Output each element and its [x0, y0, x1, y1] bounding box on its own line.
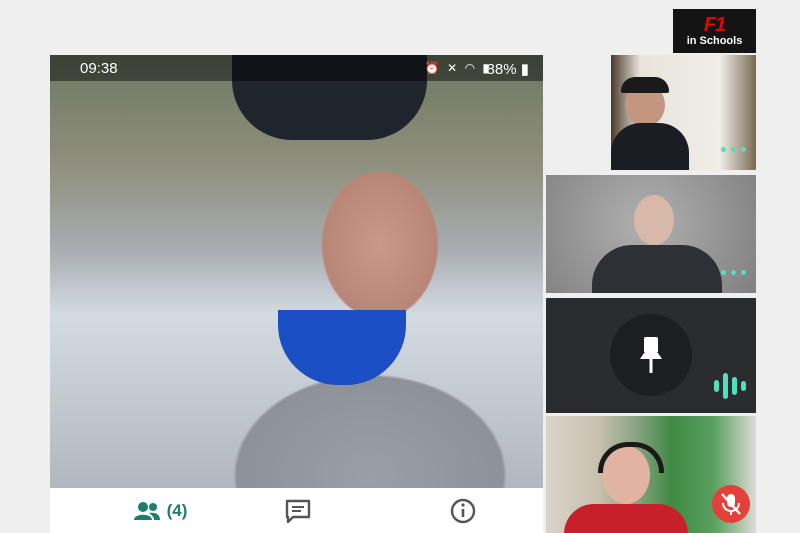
mic-off-button[interactable] — [712, 485, 750, 523]
phone-screen: 09:38 ⏰ ✕ ◠ ▮ 88% ▮ (4) — [50, 55, 543, 533]
logo-subtitle: in Schools — [686, 35, 743, 47]
status-icons: ⏰ ✕ ◠ ▮ — [425, 61, 491, 75]
status-bar: 09:38 ⏰ ✕ ◠ ▮ 88% ▮ — [50, 55, 543, 81]
bottom-toolbar: (4) — [50, 488, 543, 533]
participant-body-1 — [611, 123, 689, 170]
speaker-shirt — [278, 310, 406, 385]
status-time: 09:38 — [80, 60, 118, 77]
participant-face-2 — [634, 195, 674, 245]
main-speaker-video[interactable] — [50, 55, 543, 488]
participant-tile-3[interactable] — [546, 298, 756, 413]
participants-tab[interactable]: (4) — [100, 488, 220, 533]
vibrate-icon: ✕ — [447, 61, 460, 75]
info-icon — [450, 498, 476, 523]
more-dots-icon[interactable] — [721, 270, 746, 275]
wifi-icon: ◠ — [464, 61, 478, 75]
battery-icon: ▮ — [520, 61, 529, 78]
alarm-icon: ⏰ — [424, 61, 442, 75]
mic-off-icon — [721, 493, 741, 515]
f1-in-schools-logo: F1 in Schools — [673, 9, 756, 53]
participant-tile-2[interactable] — [546, 175, 756, 293]
participant-tile-4[interactable] — [546, 416, 756, 533]
chat-icon — [285, 499, 311, 523]
battery-percent: 88% — [486, 61, 517, 78]
chat-tab[interactable] — [270, 488, 326, 533]
participant-body-2 — [592, 245, 722, 293]
participant-body-4 — [564, 504, 688, 533]
pin-icon — [640, 337, 662, 373]
info-tab[interactable] — [435, 488, 491, 533]
participant-tile-1[interactable] — [611, 55, 756, 170]
participants-count: (4) — [166, 500, 188, 520]
people-icon — [133, 501, 160, 520]
battery-level: 88% ▮ — [487, 60, 529, 78]
more-dots-icon[interactable] — [721, 147, 746, 152]
logo-mark: F1 — [703, 14, 726, 36]
audio-level-icon — [714, 373, 746, 399]
participant-cap-1 — [621, 77, 669, 93]
pin-button[interactable] — [610, 314, 692, 396]
